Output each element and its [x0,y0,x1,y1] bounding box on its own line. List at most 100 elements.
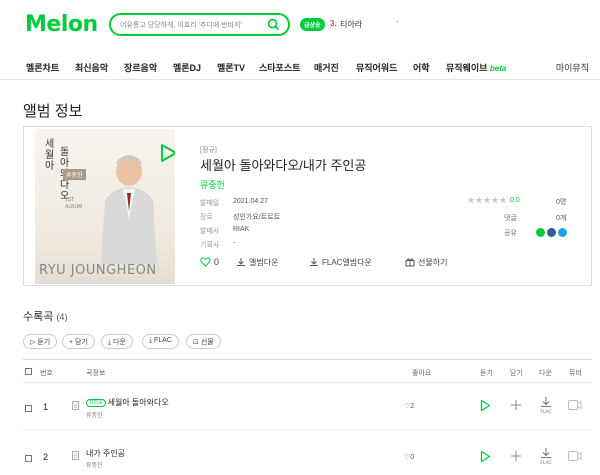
share-facebook-icon[interactable] [547,228,556,237]
like-count: 0 [214,257,220,267]
agency-value: - [233,240,236,247]
album-artist[interactable]: 류중헌 [200,178,225,191]
select-all-checkbox[interactable] [25,368,32,375]
publisher-label: 발매사 [200,228,220,235]
cover-subtitle: 1ST ALBUM [65,197,83,210]
track-title[interactable]: 내가 주인공 [86,448,125,459]
genre-label: 장르 [200,214,213,221]
add-icon[interactable] [510,450,522,462]
cover-title-line1: 세월아 [45,139,55,172]
col-info: 곡정보 [86,370,106,377]
genre-value: 성인가요/트로트 [233,214,281,221]
nav-genre[interactable]: 장르음악 [124,61,157,74]
realtime-rank-number: 3. [330,19,337,28]
download-selected-button[interactable]: ⤓ 다운 [101,334,133,349]
download-flac-icon[interactable]: FLAC [539,396,553,416]
flac-selected-button[interactable]: ⤓ FLAC [142,334,179,349]
music-video-icon[interactable] [568,451,582,461]
track-list-title: 수록곡 (4) [23,311,68,323]
nav-tv[interactable]: 멜론TV [217,61,245,74]
share-label: 공유 [504,230,517,237]
album-cover[interactable]: 세월아 돌아와다오 류중헌 1ST ALBUM RYU JOUNGHEON [35,129,175,284]
play-icon[interactable] [480,399,491,412]
rating-people-count: 0명 [556,199,567,206]
track-artist[interactable]: 류중헌 [86,410,103,419]
search-icon[interactable] [267,18,280,31]
cover-artist-label: 류중헌 [63,169,86,180]
svg-text:FLAC: FLAC [540,409,551,415]
track-like-button[interactable]: ♡0 [404,453,414,461]
col-add: 담기 [510,370,523,377]
add-selected-button[interactable]: + 담기 [62,334,95,349]
table-row: 2 내가 주인공 류중헌 ♡0 FLAC [23,431,592,475]
artist-photo [101,155,157,264]
comments-label[interactable]: 댓글 [504,213,517,223]
song-info-icon[interactable] [72,451,79,460]
share-melon-icon[interactable] [536,228,545,237]
nav-new-music[interactable]: 최신음악 [75,61,108,74]
play-selected-button[interactable]: ▷ 듣기 [23,334,58,349]
play-album-icon[interactable] [160,143,175,163]
download-flac-icon[interactable]: FLAC [539,447,553,467]
page-title: 앨범 정보 [23,103,83,120]
release-date-value: 2021.04.27 [233,198,269,205]
track-number: 1 [43,402,49,412]
nav-starpost[interactable]: 스타포스트 [259,61,300,74]
header: Melon 어유롱고 당당하게, 이효리 '추디에 반바지' 급상승 3. 티아… [0,0,600,52]
melon-logo[interactable]: Melon [25,12,98,37]
gift-selected-button[interactable]: ⊡ 선물 [186,334,221,349]
row-checkbox[interactable] [25,405,32,412]
add-icon[interactable] [510,399,522,411]
gift-icon [405,258,415,267]
realtime-rank-keyword[interactable]: 티아라 [340,19,362,30]
nav-musicwave[interactable]: 뮤직웨이브 beta [446,61,506,74]
nav-dj[interactable]: 멜론DJ [173,61,201,74]
track-count: (4) [56,312,68,322]
table-row: 1 TITLE 세월아 돌아와다오 류중헌 ♡2 FLAC [23,384,592,430]
beta-label: beta [489,64,507,73]
col-number: 번호 [40,370,53,377]
nav-chart[interactable]: 멜론차트 [26,61,59,74]
search-input[interactable]: 어유롱고 당당하게, 이효리 '추디에 반바지' [120,20,242,30]
nav-magazine[interactable]: 매거진 [314,61,339,74]
flac-album-download-button[interactable]: FLAC앨범다운 [309,257,372,268]
search-box[interactable]: 어유롱고 당당하게, 이효리 '추디에 반바지' [109,13,290,36]
heart-icon [200,257,211,267]
album-title: 세월아 돌아와다오/내가 주인공 [200,158,367,173]
cover-artist-name: RYU JOUNGHEON [39,263,157,278]
share-buttons [536,228,569,238]
album-info-box: 세월아 돌아와다오 류중헌 1ST ALBUM RYU JOUNGHEON [정… [23,126,592,286]
col-like: 좋아요 [412,370,432,377]
track-table-header: 번호 곡정보 좋아요 듣기 담기 다운 뮤비 [23,359,592,383]
agency-label: 기획사 [200,242,220,249]
play-icon[interactable] [480,450,491,463]
track-artist[interactable]: 류중헌 [86,460,103,469]
nav-music-award[interactable]: 뮤직어워드 [356,61,397,74]
row-checkbox[interactable] [25,455,32,462]
rating-score: 0.0 [510,197,520,204]
main-nav: 멜론차트 최신음악 장르음악 멜론DJ 멜론TV 스타포스트 매거진 뮤직어워드… [0,52,600,80]
col-play: 듣기 [480,370,493,377]
nav-language[interactable]: 어학 [413,61,430,74]
realtime-rank-extra: · [396,17,399,26]
publisher-value: RIAK [233,226,250,233]
track-title[interactable]: TITLE 세월아 돌아와다오 [86,397,169,408]
song-info-icon[interactable] [72,401,79,410]
nav-my-music[interactable]: 마이뮤직 [556,61,589,74]
comments-count: 0개 [556,215,567,222]
like-button[interactable]: 0 [200,257,219,267]
svg-text:FLAC: FLAC [540,460,551,466]
track-number: 2 [43,452,49,462]
title-track-badge: TITLE [86,399,106,407]
release-date-label: 발매일 [200,200,220,207]
rating-stars-icon[interactable] [467,196,507,204]
album-download-button[interactable]: 앨범다운 [236,257,278,268]
download-icon [237,258,245,266]
gift-button[interactable]: 선물하기 [405,257,447,268]
download-icon [310,258,318,266]
realtime-badge[interactable]: 급상승 [300,18,325,31]
share-twitter-icon[interactable] [558,228,567,237]
track-like-button[interactable]: ♡2 [404,402,414,410]
music-video-icon[interactable] [568,400,582,410]
col-download: 다운 [539,370,552,377]
